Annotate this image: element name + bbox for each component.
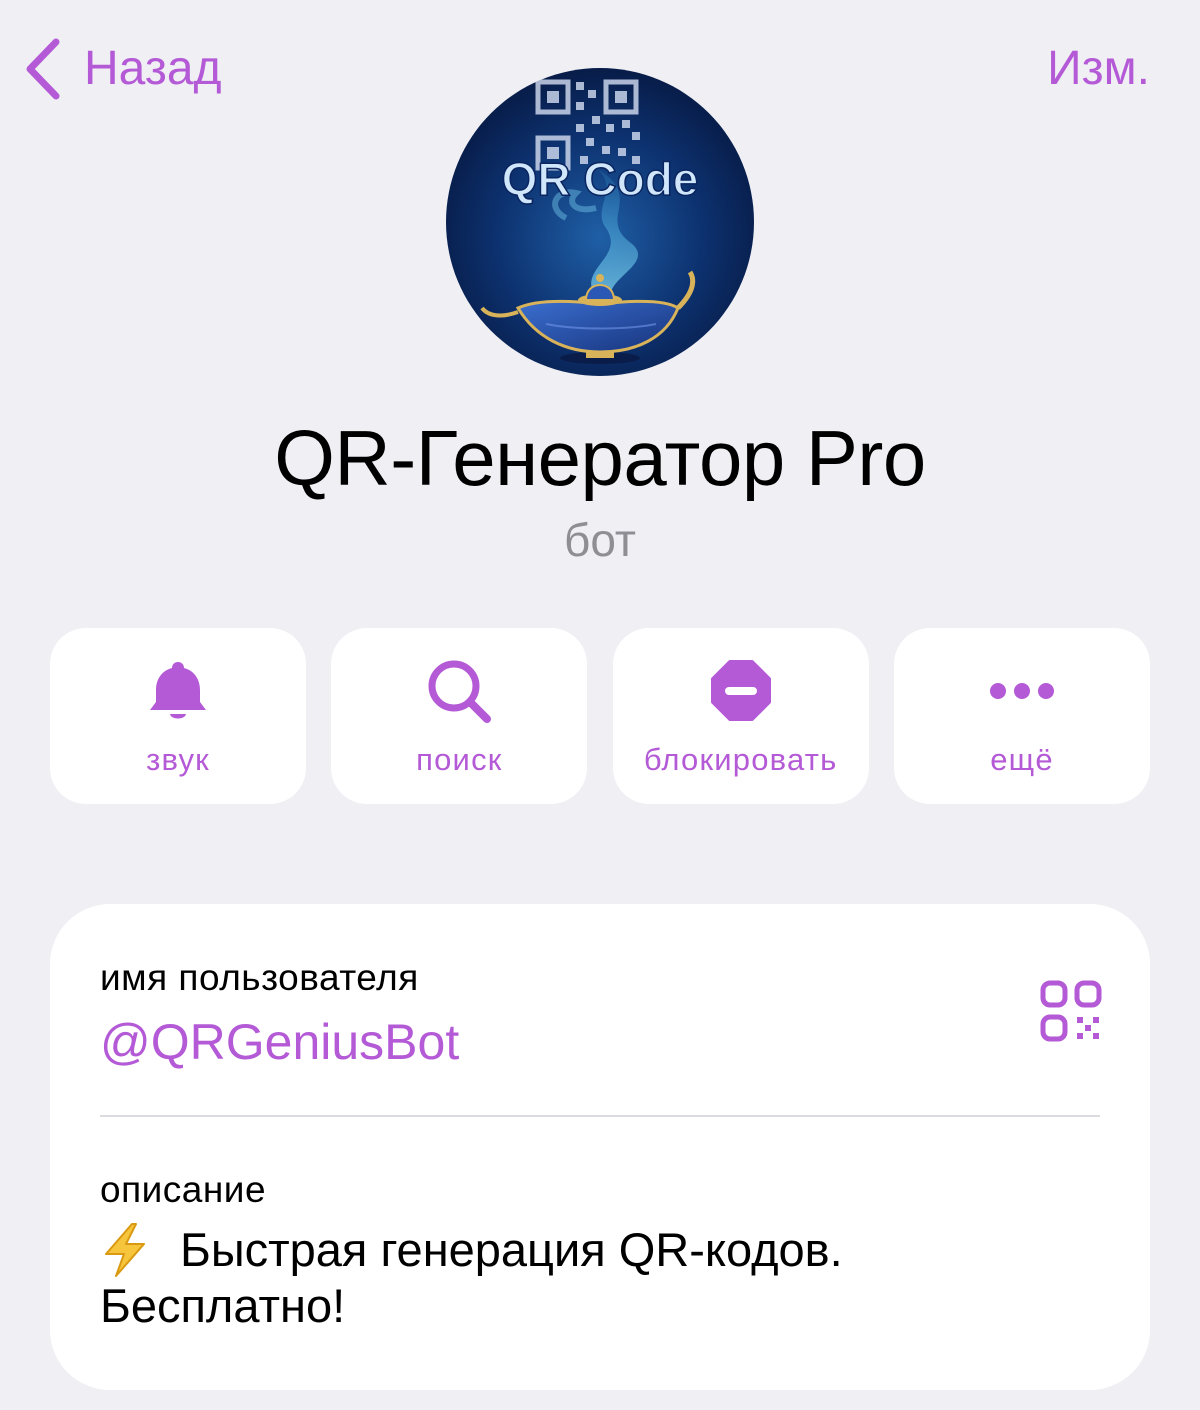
action-label-sound: звук	[146, 742, 210, 777]
description-line1: Быстрая генерация QR-кодов.	[180, 1223, 843, 1276]
avatar-text: QR Code	[502, 153, 699, 205]
info-card: имя пользователя @QRGeniusBot описание Б…	[50, 904, 1150, 1390]
more-icon	[987, 656, 1057, 726]
back-button[interactable]: Назад	[22, 36, 222, 102]
action-label-search: поиск	[416, 742, 503, 777]
description-line2: Бесплатно!	[100, 1279, 346, 1332]
description-label: описание	[100, 1169, 267, 1210]
username-label: имя пользователя	[100, 957, 419, 998]
avatar[interactable]: QR Code	[446, 68, 754, 376]
more-button[interactable]: ещё	[893, 628, 1150, 804]
block-button[interactable]: блокировать	[612, 628, 869, 804]
divider	[100, 1115, 1100, 1117]
action-label-block: блокировать	[643, 742, 838, 777]
username-link[interactable]: @QRGeniusBot	[100, 1012, 459, 1072]
search-button[interactable]: поиск	[331, 628, 588, 804]
description-text: Быстрая генерация QR-кодов. Бесплатно!	[100, 1222, 1100, 1334]
profile-type: бот	[564, 514, 636, 566]
profile-name: QR-Генератор Pro	[274, 414, 926, 502]
block-icon	[706, 656, 776, 726]
action-label-more: ещё	[990, 742, 1054, 777]
sound-button[interactable]: звук	[50, 628, 306, 804]
lightning-icon	[100, 1222, 150, 1278]
avatar-image: QR Code	[446, 68, 754, 376]
qr-code-icon[interactable]	[1038, 978, 1104, 1044]
action-bar: звук поиск блокировать ещё	[50, 628, 1150, 804]
back-label: Назад	[84, 42, 222, 95]
edit-button[interactable]: Изм.	[1047, 36, 1150, 102]
chevron-left-icon	[26, 38, 60, 100]
search-icon	[424, 656, 494, 726]
bell-icon	[143, 656, 213, 726]
